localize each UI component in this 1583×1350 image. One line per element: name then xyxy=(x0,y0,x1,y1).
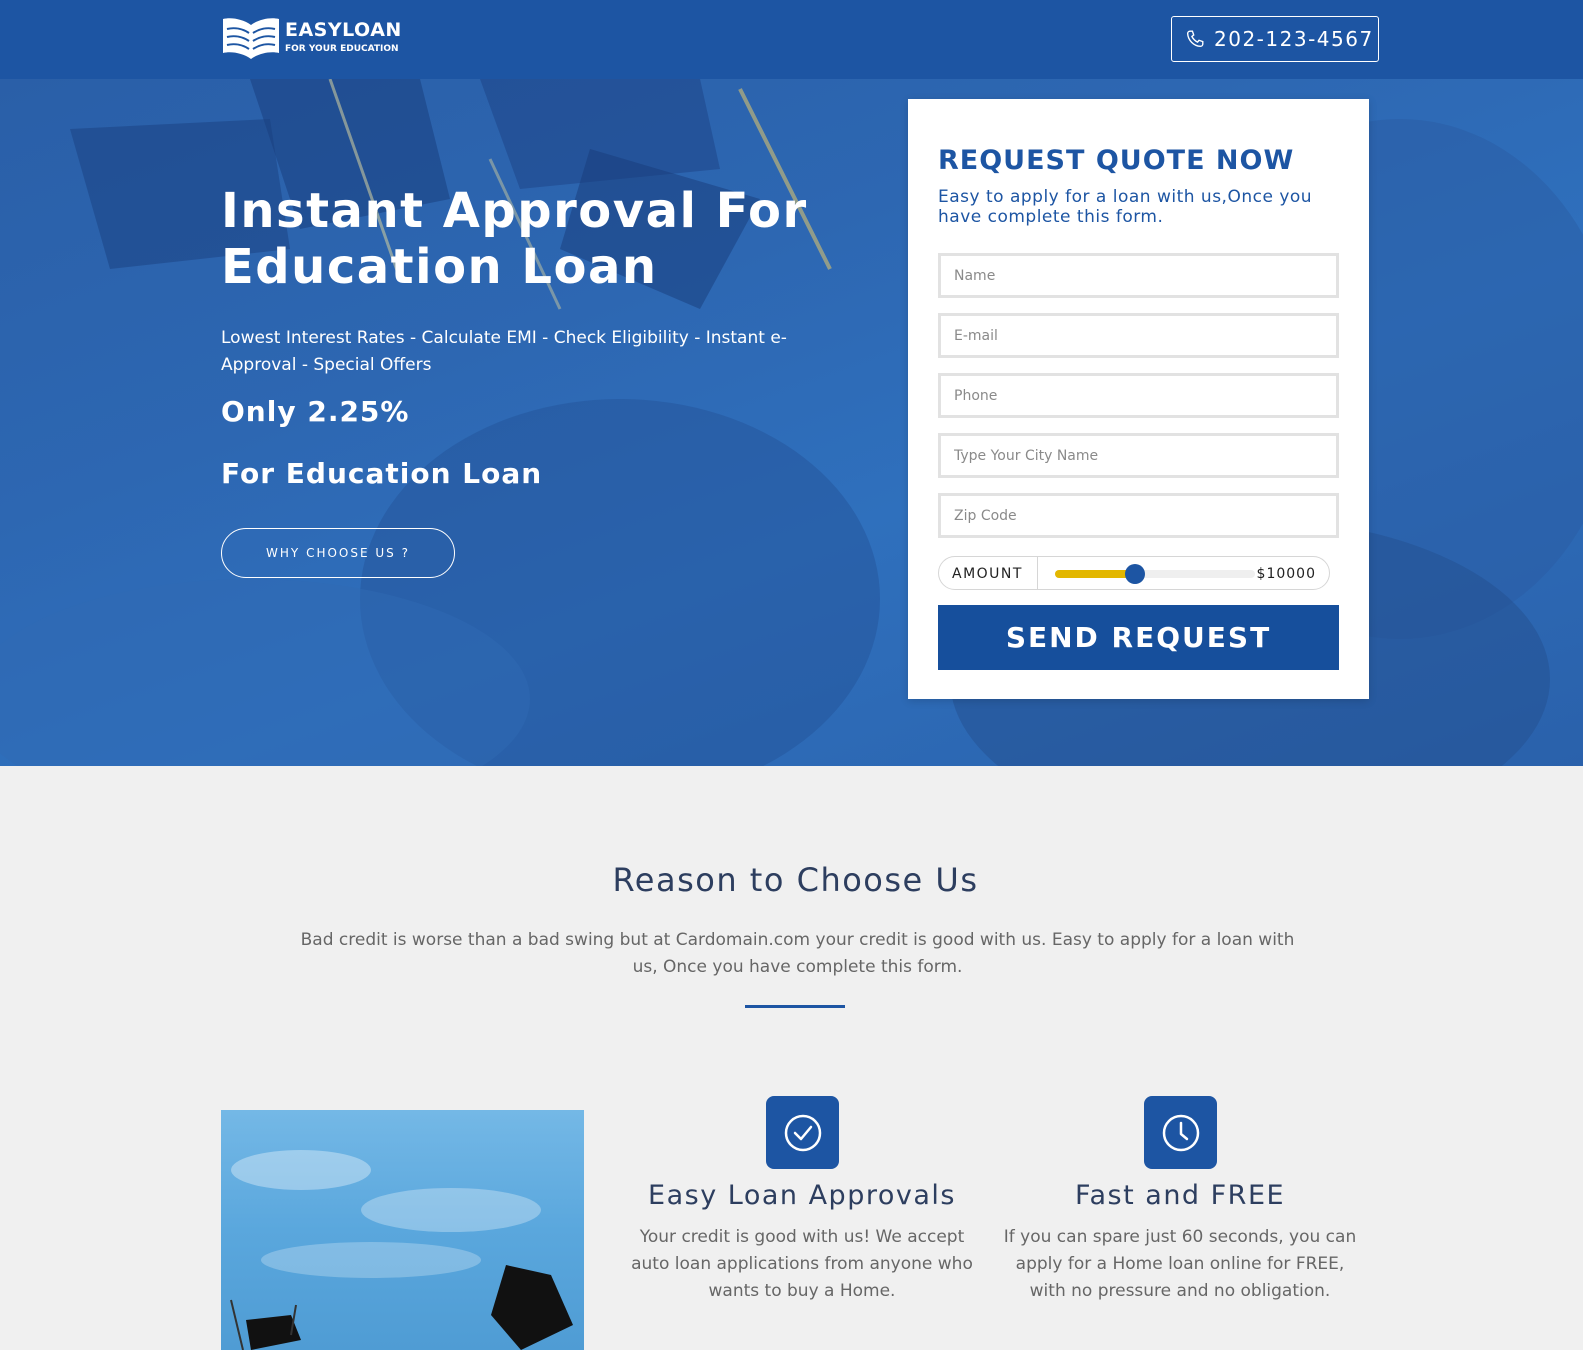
reasons-title: Reason to Choose Us xyxy=(612,861,979,899)
amount-slider-fill xyxy=(1055,570,1135,578)
check-circle-icon xyxy=(766,1096,839,1169)
feature-text: If you can spare just 60 seconds, you ca… xyxy=(1003,1227,1357,1301)
amount-divider xyxy=(1037,557,1038,589)
logo-subtitle: FOR YOUR EDUCATION xyxy=(285,44,399,54)
send-request-button[interactable]: SEND REQUEST xyxy=(938,605,1339,670)
open-book-icon xyxy=(223,18,279,59)
amount-slider-row: AMOUNT $10000 xyxy=(938,556,1330,590)
graduation-caps-illustration xyxy=(230,1150,573,1350)
city-input[interactable] xyxy=(938,433,1339,478)
zip-code-input[interactable] xyxy=(938,493,1339,538)
section-divider xyxy=(745,1005,845,1008)
logo[interactable]: EASYLOAN FOR YOUR EDUCATION xyxy=(221,15,401,63)
hero-subtitle: Lowest Interest Rates - Calculate EMI - … xyxy=(221,328,787,375)
amount-label: AMOUNT xyxy=(952,566,1023,582)
form-description: Easy to apply for a loan with us,Once yo… xyxy=(938,187,1313,227)
hero-title: Instant Approval For Education Loan xyxy=(221,183,808,295)
feature-title: Fast and FREE xyxy=(1074,1180,1286,1211)
hero-for-text: For Education Loan xyxy=(221,457,543,490)
phone-input[interactable] xyxy=(938,373,1339,418)
graduation-caps-photo xyxy=(221,1110,584,1350)
amount-value: $10000 xyxy=(1256,566,1316,582)
quote-form-card: REQUEST QUOTE NOW Easy to apply for a lo… xyxy=(908,99,1369,699)
feature-text: Your credit is good with us! We accept a… xyxy=(631,1227,973,1301)
hero-rate: Only 2.25% xyxy=(221,395,410,428)
name-input[interactable] xyxy=(938,253,1339,298)
email-input[interactable] xyxy=(938,313,1339,358)
form-title: REQUEST QUOTE NOW xyxy=(938,145,1295,176)
why-choose-us-button[interactable]: WHY CHOOSE US ? xyxy=(221,528,455,578)
feature-title: Easy Loan Approvals xyxy=(648,1180,956,1211)
site-header: EASYLOAN FOR YOUR EDUCATION 202-123-4567 xyxy=(0,0,1583,79)
phone-button[interactable]: 202-123-4567 xyxy=(1171,16,1379,62)
phone-icon xyxy=(1186,30,1204,48)
amount-slider-track[interactable] xyxy=(1055,564,1255,584)
clock-icon xyxy=(1144,1096,1217,1169)
reasons-description: Bad credit is worse than a bad swing but… xyxy=(300,930,1295,977)
phone-number: 202-123-4567 xyxy=(1214,27,1374,51)
amount-slider-handle[interactable] xyxy=(1125,564,1145,584)
logo-title: EASYLOAN xyxy=(285,19,402,41)
